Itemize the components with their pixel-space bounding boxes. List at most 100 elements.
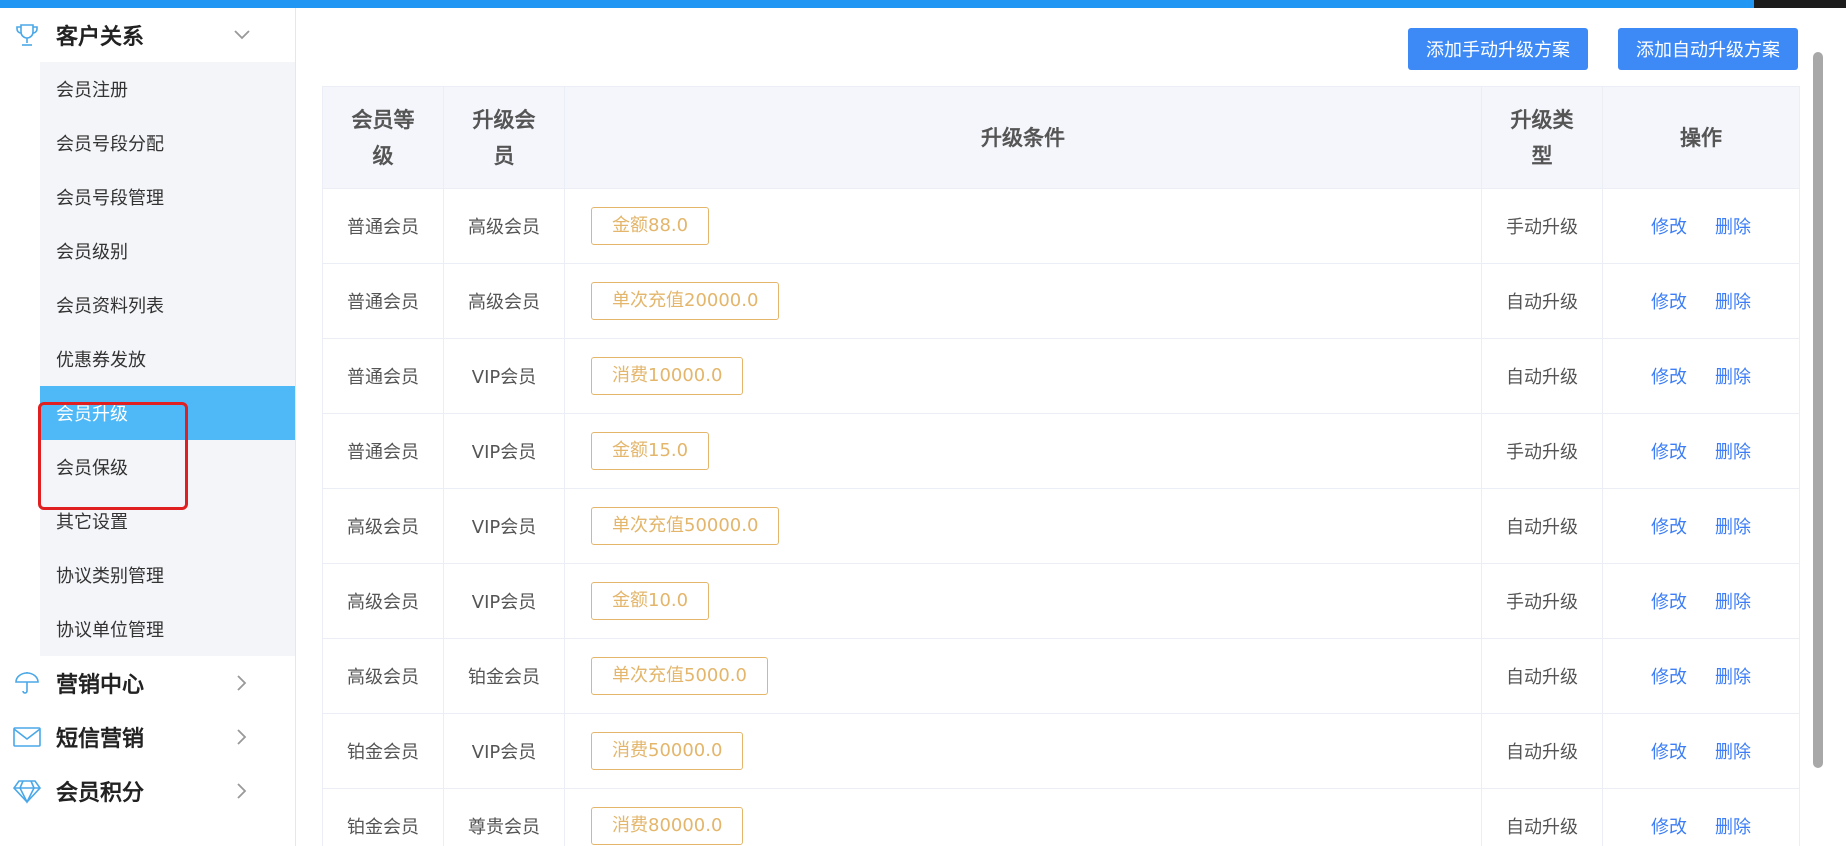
trophy-icon [12, 20, 42, 50]
cell-upgrade-member: VIP会员 [443, 563, 565, 639]
table-row: 普通会员 VIP会员 金额15.0 手动升级 修改 删除 [322, 413, 1800, 489]
cell-member-level: 高级会员 [322, 488, 444, 564]
cell-condition: 金额10.0 [564, 563, 1482, 639]
cell-actions: 修改 删除 [1602, 338, 1800, 414]
cell-actions: 修改 删除 [1602, 563, 1800, 639]
cell-condition: 单次充值50000.0 [564, 488, 1482, 564]
cell-member-level: 普通会员 [322, 413, 444, 489]
table-row: 高级会员 VIP会员 单次充值50000.0 自动升级 修改 删除 [322, 488, 1800, 564]
cell-condition: 消费10000.0 [564, 338, 1482, 414]
sidebar-item-member-number-allocation[interactable]: 会员号段分配 [40, 116, 295, 170]
edit-link[interactable]: 修改 [1651, 667, 1687, 688]
menu-group-title: 营销中心 [56, 673, 145, 698]
cell-upgrade-member: 铂金会员 [443, 638, 565, 714]
delete-link[interactable]: 删除 [1715, 742, 1751, 763]
submenu-customer-relations: 会员注册 会员号段分配 会员号段管理 会员级别 会员资料列表 优惠券发放 会员升… [40, 62, 295, 656]
menu-group-sms-marketing[interactable]: 短信营销 [0, 710, 295, 764]
sidebar-item-member-profile-list[interactable]: 会员资料列表 [40, 278, 295, 332]
cell-actions: 修改 删除 [1602, 188, 1800, 264]
umbrella-icon [12, 668, 42, 698]
table-row: 普通会员 高级会员 单次充值20000.0 自动升级 修改 删除 [322, 263, 1800, 339]
condition-tag: 单次充值20000.0 [591, 282, 780, 320]
sidebar: 客户关系 会员注册 会员号段分配 会员号段管理 会员级别 会员资料列表 优惠券发… [0, 8, 296, 846]
cell-upgrade-member: VIP会员 [443, 413, 565, 489]
delete-link[interactable]: 删除 [1715, 367, 1751, 388]
add-auto-upgrade-button[interactable]: 添加自动升级方案 [1618, 28, 1798, 70]
top-accent-bar [0, 0, 1846, 8]
cell-upgrade-member: VIP会员 [443, 338, 565, 414]
menu-group-member-points[interactable]: 会员积分 [0, 764, 295, 818]
delete-link[interactable]: 删除 [1715, 592, 1751, 613]
sidebar-item-coupon-issue[interactable]: 优惠券发放 [40, 332, 295, 386]
sidebar-item-other-settings[interactable]: 其它设置 [40, 494, 295, 548]
add-manual-upgrade-button[interactable]: 添加手动升级方案 [1408, 28, 1588, 70]
delete-link[interactable]: 删除 [1715, 667, 1751, 688]
table-row: 普通会员 VIP会员 消费10000.0 自动升级 修改 删除 [322, 338, 1800, 414]
chevron-down-icon [233, 26, 251, 44]
menu-group-customer-relations[interactable]: 客户关系 [0, 8, 295, 62]
cell-upgrade-member: 高级会员 [443, 263, 565, 339]
cell-member-level: 普通会员 [322, 263, 444, 339]
condition-tag: 金额88.0 [591, 207, 710, 245]
col-header-upgrade-member: 升级会员 [443, 86, 565, 189]
table-row: 普通会员 高级会员 金额88.0 手动升级 修改 删除 [322, 188, 1800, 264]
menu-group-title: 客户关系 [56, 25, 145, 50]
edit-link[interactable]: 修改 [1651, 442, 1687, 463]
sidebar-item-agreement-unit[interactable]: 协议单位管理 [40, 602, 295, 656]
edit-link[interactable]: 修改 [1651, 292, 1687, 313]
condition-tag: 消费80000.0 [591, 807, 744, 845]
cell-upgrade-type: 手动升级 [1481, 563, 1603, 639]
sidebar-item-member-level[interactable]: 会员级别 [40, 224, 295, 278]
cell-member-level: 高级会员 [322, 638, 444, 714]
sidebar-item-agreement-category[interactable]: 协议类别管理 [40, 548, 295, 602]
cell-actions: 修改 删除 [1602, 788, 1800, 846]
sidebar-item-member-upgrade[interactable]: 会员升级 [40, 386, 295, 440]
delete-link[interactable]: 删除 [1715, 217, 1751, 238]
edit-link[interactable]: 修改 [1651, 817, 1687, 838]
edit-link[interactable]: 修改 [1651, 217, 1687, 238]
cell-actions: 修改 删除 [1602, 263, 1800, 339]
cell-condition: 消费80000.0 [564, 788, 1482, 846]
menu-group-title: 短信营销 [56, 727, 145, 752]
cell-member-level: 高级会员 [322, 563, 444, 639]
condition-tag: 单次充值50000.0 [591, 507, 780, 545]
edit-link[interactable]: 修改 [1651, 517, 1687, 538]
delete-link[interactable]: 删除 [1715, 292, 1751, 313]
delete-link[interactable]: 删除 [1715, 442, 1751, 463]
mail-icon [12, 722, 42, 752]
cell-upgrade-type: 自动升级 [1481, 263, 1603, 339]
cell-actions: 修改 删除 [1602, 413, 1800, 489]
table-row: 铂金会员 尊贵会员 消费80000.0 自动升级 修改 删除 [322, 788, 1800, 846]
cell-upgrade-type: 自动升级 [1481, 713, 1603, 789]
edit-link[interactable]: 修改 [1651, 367, 1687, 388]
cell-upgrade-type: 手动升级 [1481, 413, 1603, 489]
cell-upgrade-type: 自动升级 [1481, 638, 1603, 714]
cell-upgrade-member: VIP会员 [443, 713, 565, 789]
condition-tag: 消费10000.0 [591, 357, 744, 395]
cell-actions: 修改 删除 [1602, 488, 1800, 564]
sidebar-item-member-retention[interactable]: 会员保级 [40, 440, 295, 494]
col-header-action: 操作 [1602, 86, 1800, 189]
sidebar-item-member-number-management[interactable]: 会员号段管理 [40, 170, 295, 224]
vertical-scrollbar[interactable] [1813, 52, 1823, 768]
edit-link[interactable]: 修改 [1651, 592, 1687, 613]
delete-link[interactable]: 删除 [1715, 817, 1751, 838]
cell-member-level: 普通会员 [322, 338, 444, 414]
col-header-upgrade-condition: 升级条件 [564, 86, 1482, 189]
cell-condition: 金额88.0 [564, 188, 1482, 264]
edit-link[interactable]: 修改 [1651, 742, 1687, 763]
table-row: 高级会员 VIP会员 金额10.0 手动升级 修改 删除 [322, 563, 1800, 639]
menu-group-marketing-center[interactable]: 营销中心 [0, 656, 295, 710]
table-row: 铂金会员 VIP会员 消费50000.0 自动升级 修改 删除 [322, 713, 1800, 789]
chevron-right-icon [233, 674, 251, 692]
delete-link[interactable]: 删除 [1715, 517, 1751, 538]
cell-condition: 消费50000.0 [564, 713, 1482, 789]
condition-tag: 金额15.0 [591, 432, 710, 470]
cell-upgrade-type: 自动升级 [1481, 488, 1603, 564]
sidebar-item-member-registration[interactable]: 会员注册 [40, 62, 295, 116]
condition-tag: 金额10.0 [591, 582, 710, 620]
cell-actions: 修改 删除 [1602, 713, 1800, 789]
condition-tag: 单次充值5000.0 [591, 657, 768, 695]
condition-tag: 消费50000.0 [591, 732, 744, 770]
main-content: 添加手动升级方案 添加自动升级方案 会员等级 升级会员 升级条件 升级类型 操作 [297, 8, 1827, 846]
